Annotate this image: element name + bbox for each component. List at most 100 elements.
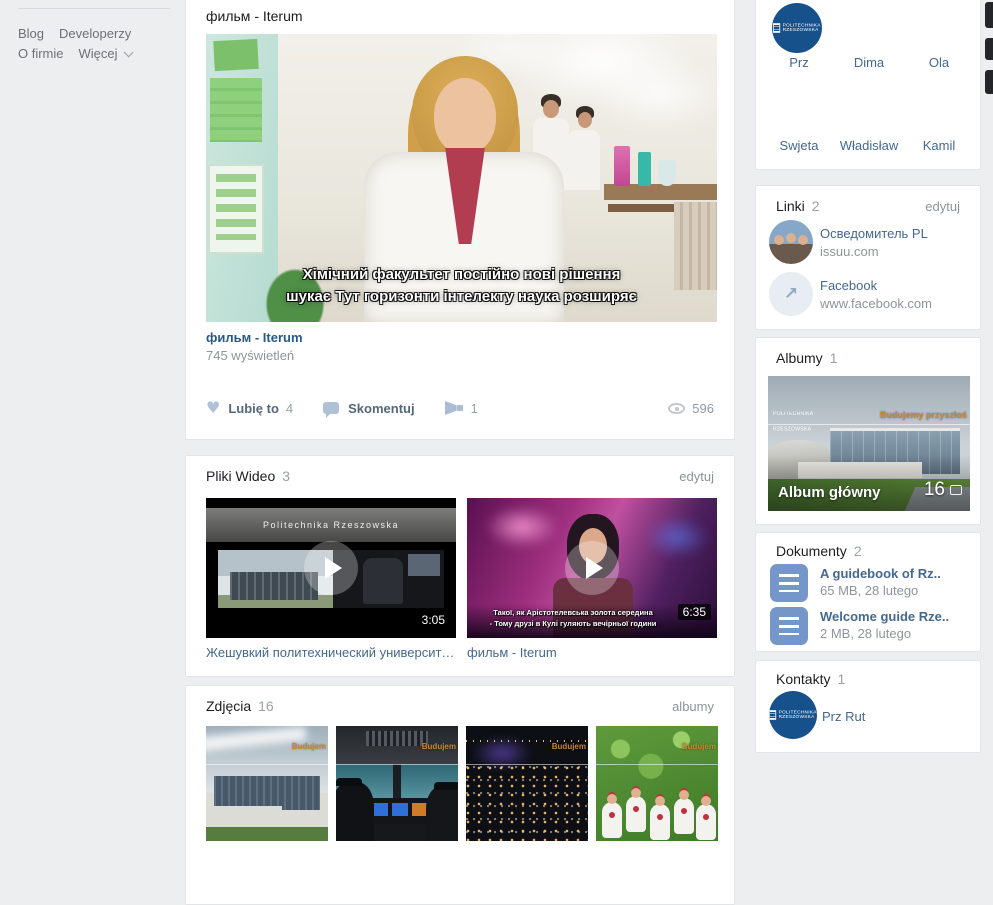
window-edge-tab (985, 38, 993, 60)
photo-detail (393, 764, 401, 798)
link-title[interactable]: Осведомитель PL (820, 226, 928, 241)
footer-link-about[interactable]: O firmie (18, 46, 64, 61)
photo-watermark: Budujem (552, 742, 586, 751)
member-name[interactable]: Prz (764, 55, 834, 70)
contact-name[interactable]: Prz Rut (822, 709, 865, 724)
contacts-header-label[interactable]: Kontakty (776, 671, 830, 687)
photo-folk-dancers[interactable]: Budujem (596, 726, 718, 841)
footer-links-row-1: Blog Developerzy (18, 26, 146, 41)
thumb-subtitle-line: Такої, як Арістотелевська золота середин… (473, 607, 673, 618)
sidebar-divider (18, 8, 170, 9)
window-edge-tab (985, 2, 993, 28)
links-card: Linki2 edytuj Осведомитель PL issuu.com … (755, 185, 981, 330)
play-button[interactable] (304, 541, 358, 595)
thumb-overlay-text: Politechnika Rzeszowska (263, 520, 399, 530)
albums-header: Albumy 1 (776, 350, 837, 366)
video-scene-poster (213, 39, 259, 71)
document-title[interactable]: Welcome guide Rze.. (820, 609, 949, 624)
album-photo-count: 16 (924, 479, 962, 501)
links-edit-link[interactable]: edytuj (925, 199, 960, 214)
photo-detail (466, 766, 588, 841)
photo-cockpit[interactable]: Budujem (336, 726, 458, 841)
link-title[interactable]: Facebook (820, 278, 877, 293)
video-duration-badge: 3:05 (417, 612, 450, 628)
video-caption[interactable]: фильм - Iterum (467, 645, 717, 660)
album-title[interactable]: Album główny (778, 484, 881, 501)
documents-count: 2 (854, 543, 862, 559)
heart-icon: ♥ (206, 400, 220, 416)
link-url: issuu.com (820, 244, 879, 259)
albums-header-label[interactable]: Albumy (776, 350, 823, 366)
play-button[interactable] (565, 541, 619, 595)
footer-link-developers[interactable]: Developerzy (59, 26, 131, 41)
photo-detail (366, 731, 428, 746)
dancer-figure (626, 796, 646, 832)
eye-icon (668, 403, 685, 414)
dancer-figure (674, 798, 694, 834)
photo-detail (372, 803, 388, 816)
member-avatar-prz[interactable]: POLITECHNIKARZESZOWSKA (772, 3, 822, 53)
photo-detail (336, 782, 374, 841)
document-title[interactable]: A guidebook of Rz.. (820, 566, 941, 581)
photo-watermark-line (336, 764, 458, 765)
post-actions-row: ♥ Lubię to 4 Skomentuj 1 596 (206, 397, 714, 419)
photo-detail (210, 806, 282, 828)
photo-night-concert[interactable]: Budujem (466, 726, 588, 841)
member-name[interactable]: Swjeta (764, 138, 834, 153)
like-button[interactable]: ♥ Lubię to 4 (206, 400, 293, 416)
member-name[interactable]: Dima (834, 55, 904, 70)
albums-card: Albumy 1 Budujemy przyszłoś POLITECHNIKAR… (755, 337, 981, 525)
post-card: фильм - Iterum Хімічний факультет постій… (185, 0, 735, 440)
photo-campus-building[interactable]: Budujem (206, 726, 328, 841)
post-views-counter: 596 (668, 401, 714, 416)
documents-card: Dokumenty2 A guidebook of Rz.. 65 MB, 28… (755, 532, 981, 652)
photos-header: Zdjęcia16 (206, 698, 274, 714)
photos-card: Zdjęcia16 albumy Budujem Budujem (185, 685, 735, 905)
video-scene-person (543, 100, 559, 118)
video-title-link[interactable]: фильм - Iterum (206, 330, 303, 345)
photos-header-label[interactable]: Zdjęcia (206, 698, 251, 714)
link-avatar-osvedomitel[interactable] (769, 220, 813, 264)
member-name[interactable]: Kamil (904, 138, 974, 153)
thumb-scene-light (645, 516, 709, 558)
member-name[interactable]: Ola (904, 55, 974, 70)
video-thumb-1[interactable]: Politechnika Rzeszowska 3:05 (206, 498, 456, 638)
document-meta: 2 MB, 28 lutego (820, 626, 911, 641)
prz-logo-icon: POLITECHNIKARZESZOWSKA (773, 23, 821, 33)
video-scene-table (604, 184, 717, 200)
video-scene-flask (658, 160, 676, 186)
comment-button[interactable]: Skomentuj (323, 401, 414, 416)
videos-header-label[interactable]: Pliki Wideo (206, 468, 275, 484)
document-icon[interactable] (770, 607, 808, 645)
document-icon[interactable] (770, 564, 808, 602)
video-thumbs-row: Politechnika Rzeszowska 3:05 Такої, як А… (206, 498, 717, 638)
like-label: Lubię to (228, 401, 279, 416)
video-duration-badge: 6:35 (678, 604, 711, 620)
links-header: Linki2 (776, 198, 820, 214)
video-scene-poster (210, 78, 262, 142)
photo-watermark: Budujem (682, 742, 716, 751)
video-caption[interactable]: Жешувкий политехнический университет... (206, 645, 456, 660)
photo-detail (336, 778, 362, 786)
videos-header: Pliki Wideo3 (206, 468, 290, 484)
documents-header-label[interactable]: Dokumenty (776, 543, 847, 559)
albums-count: 1 (830, 350, 838, 366)
post-video-player[interactable]: Хімічний факультет постійно нові рішення… (206, 34, 717, 322)
videos-edit-link[interactable]: edytuj (679, 469, 714, 484)
photo-detail (214, 776, 320, 810)
contact-avatar[interactable]: POLITECHNIKARZESZOWSKA (769, 691, 817, 739)
album-main-thumb[interactable]: Budujemy przyszłoś POLITECHNIKARZESZOWSK… (768, 376, 970, 511)
albums-link[interactable]: albumy (672, 699, 714, 714)
link-url: www.facebook.com (820, 296, 932, 311)
member-name[interactable]: Władisław (834, 138, 904, 153)
footer-link-blog[interactable]: Blog (18, 26, 44, 41)
link-avatar-facebook[interactable]: ↗ (769, 272, 813, 316)
links-header-label[interactable]: Linki (776, 198, 805, 214)
photo-watermark-line (206, 764, 328, 765)
video-thumb-2[interactable]: Такої, як Арістотелевська золота середин… (467, 498, 717, 638)
video-views-count: 745 wyświetleń (206, 348, 294, 363)
photo-detail (392, 803, 408, 816)
share-button[interactable]: 1 (445, 401, 478, 416)
video-scene-cylinder (638, 152, 651, 186)
footer-link-more[interactable]: Więcej (79, 46, 118, 61)
